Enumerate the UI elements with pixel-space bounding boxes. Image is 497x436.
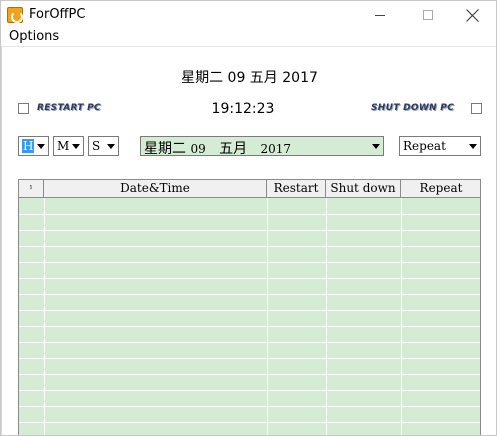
clock-power-icon [7, 7, 23, 23]
close-icon [466, 8, 480, 22]
second-value: S [92, 139, 101, 153]
date-picker-value: 星期二 09 五月 2017 [144, 138, 291, 158]
shutdown-pc-label: SHUT DOWN PC [371, 103, 455, 113]
grid-row-line [19, 342, 480, 343]
hour-select[interactable]: H [18, 136, 49, 156]
grid-row-line [19, 230, 480, 231]
date-day: 09 [190, 142, 206, 156]
grid-column-line [44, 198, 45, 435]
grid-row-line [19, 246, 480, 247]
chevron-down-icon[interactable] [68, 137, 83, 155]
client-area: 星期二 09 五月 2017 RESTART PC 19:12:23 SHUT … [1, 47, 496, 435]
schedule-table[interactable]: ¹ Date&Time Restart Shut down Repeat [18, 179, 481, 435]
grid-row-line [19, 262, 480, 263]
grid-column-line [326, 198, 327, 435]
grid-row-line [19, 294, 480, 295]
column-header-restart[interactable]: Restart [267, 180, 326, 198]
menu-options[interactable]: Options [9, 29, 59, 44]
grid-row-line [19, 358, 480, 359]
chevron-down-icon[interactable] [33, 137, 48, 155]
grid-row-line [19, 214, 480, 215]
repeat-value: Repeat [403, 139, 446, 153]
grid-column-line [267, 198, 268, 435]
second-select[interactable]: S [88, 136, 119, 156]
column-header-repeat[interactable]: Repeat [401, 180, 480, 198]
date-picker[interactable]: 星期二 09 五月 2017 [140, 136, 384, 158]
chevron-down-icon[interactable] [103, 137, 118, 155]
grid-row-line [19, 406, 480, 407]
minimize-button[interactable] [357, 1, 403, 29]
grid-row-line [19, 310, 480, 311]
repeat-select[interactable]: Repeat [399, 136, 481, 156]
shutdown-checkbox[interactable] [471, 103, 482, 114]
grid-row-line [19, 374, 480, 375]
maximize-button[interactable] [405, 1, 451, 29]
minute-select[interactable]: M [53, 136, 84, 156]
date-month: 五月 [219, 141, 248, 157]
chevron-down-icon[interactable] [465, 137, 480, 155]
close-button[interactable] [450, 1, 496, 29]
column-header-shutdown[interactable]: Shut down [326, 180, 401, 198]
app-window: ForOffPC Options 星期二 09 五月 2017 RESTART … [0, 0, 497, 436]
grid-row-line [19, 326, 480, 327]
grid-row-line [19, 278, 480, 279]
title-bar: ForOffPC [1, 1, 496, 29]
table-header: ¹ Date&Time Restart Shut down Repeat [19, 180, 480, 198]
date-weekday: 星期二 [144, 141, 186, 157]
minimize-icon [375, 14, 385, 16]
table-body[interactable] [19, 198, 480, 435]
current-date: 星期二 09 五月 2017 [181, 70, 318, 86]
grid-row-line [19, 390, 480, 391]
grid-column-line [401, 198, 402, 435]
chevron-down-icon[interactable] [368, 137, 383, 155]
column-header-index[interactable]: ¹ [19, 180, 44, 198]
date-year: 2017 [260, 142, 291, 156]
menu-bar: Options [1, 29, 496, 47]
maximize-icon [423, 10, 433, 20]
grid-row-line [19, 422, 480, 423]
window-title: ForOffPC [29, 7, 86, 22]
column-header-datetime[interactable]: Date&Time [44, 180, 267, 198]
